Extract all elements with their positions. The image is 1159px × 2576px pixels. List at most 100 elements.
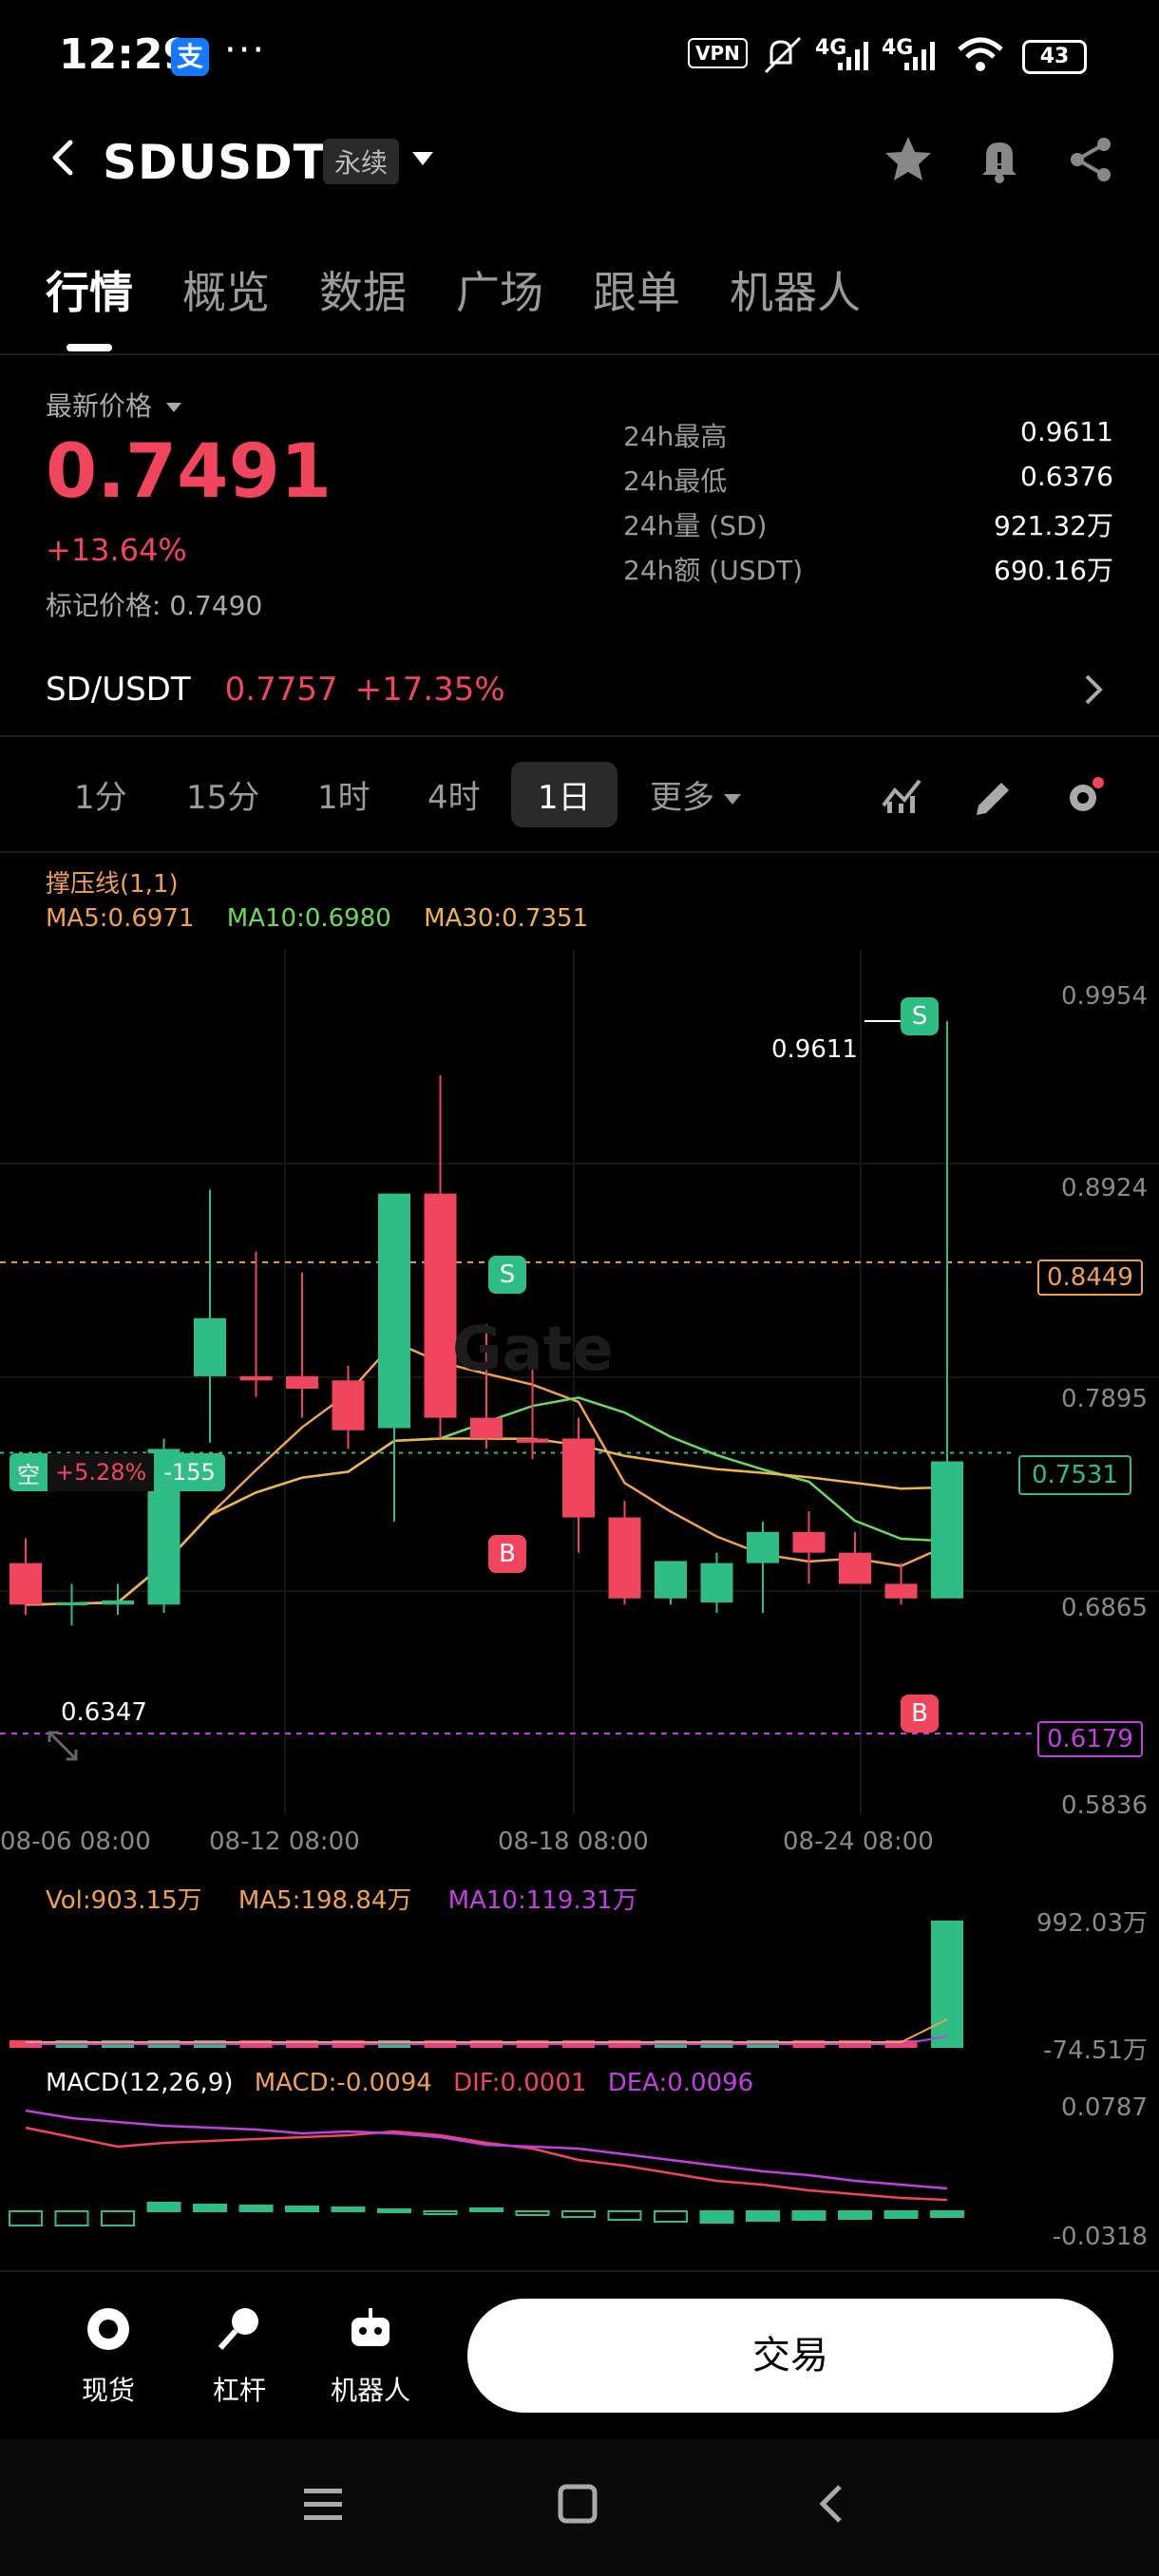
- mute-icon: [764, 36, 802, 74]
- candle-body: [747, 1531, 779, 1563]
- macd-histogram-bar: [930, 2210, 964, 2218]
- leverage-button[interactable]: 杠杆: [182, 2302, 296, 2408]
- menu-icon[interactable]: [300, 2481, 346, 2527]
- tab-bots[interactable]: 机器人: [730, 258, 861, 321]
- y-tick: 0.9954: [1061, 982, 1148, 1011]
- chevron-down-icon[interactable]: [412, 152, 433, 165]
- macd-histogram-bar: [54, 2210, 89, 2226]
- stat-label: 24h量 (SD): [623, 510, 768, 541]
- share-icon[interactable]: [1064, 133, 1117, 186]
- signal-icon-1: [838, 42, 868, 70]
- last-price: 0.7491: [46, 429, 332, 515]
- y-tick: 0.8924: [1061, 1174, 1148, 1203]
- macd-histogram-bar: [146, 2202, 181, 2212]
- tab-data[interactable]: 数据: [319, 258, 407, 321]
- stat-value: 0.6376: [1020, 461, 1113, 492]
- volume-chart: [10, 1921, 963, 2048]
- candlestick-chart[interactable]: [0, 950, 1159, 1862]
- indicators-icon[interactable]: [882, 777, 923, 815]
- y-tick: 0.6865: [1061, 1594, 1148, 1622]
- tab-market[interactable]: 行情: [46, 258, 133, 321]
- candle-body: [239, 1375, 273, 1381]
- interval-more[interactable]: 更多: [650, 771, 741, 818]
- divider: [0, 353, 1159, 355]
- macd-histogram-bar: [238, 2205, 274, 2212]
- ma30-value: MA30:0.7351: [424, 904, 589, 933]
- mark-price: 标记价格: 0.7490: [46, 590, 263, 621]
- position-tag[interactable]: 空 +5.28% -155: [10, 1453, 225, 1491]
- dif-line: [25, 2126, 948, 2202]
- latest-price-label[interactable]: 最新价格: [46, 386, 181, 424]
- expand-icon[interactable]: [46, 1729, 80, 1763]
- robot-label: 机器人: [330, 2375, 410, 2406]
- spot-pair-row[interactable]: SD/USDT 0.7757 +17.35%: [46, 671, 505, 709]
- macd-histogram-bar: [423, 2210, 458, 2215]
- dea-line: [25, 2109, 948, 2190]
- interval-1h[interactable]: 1时: [317, 771, 370, 818]
- macd-histogram-bar: [331, 2207, 366, 2212]
- candle-body: [884, 1583, 918, 1599]
- x-tick: 08-24 08:00: [783, 1828, 934, 1856]
- position-pnl: +5.28%: [48, 1453, 155, 1491]
- leverage-label: 杠杆: [212, 2375, 266, 2406]
- candle-body: [839, 1552, 871, 1584]
- robot-button[interactable]: 机器人: [314, 2302, 428, 2408]
- status-bar: 12:29 支 ··· VPN 4G 4G 43: [0, 0, 1159, 104]
- y-tick: 0.5836: [1061, 1791, 1148, 1820]
- interval-4h[interactable]: 4时: [428, 771, 481, 818]
- candle-body: [931, 1461, 963, 1599]
- tab-copy-trading[interactable]: 跟单: [593, 258, 680, 321]
- sell-signal: S: [901, 997, 939, 1035]
- indicator-label[interactable]: 撑压线(1,1): [46, 864, 179, 900]
- settings-gear-icon[interactable]: [1064, 775, 1106, 817]
- symbol-title[interactable]: SDUSDT: [103, 135, 327, 190]
- more-notifications-icon: ···: [224, 28, 267, 72]
- stat-label: 24h最高: [623, 421, 728, 452]
- spot-icon: [87, 2308, 129, 2350]
- tab-square[interactable]: 广场: [456, 258, 543, 321]
- macd-histogram-bar: [884, 2210, 919, 2219]
- macd-histogram-bar: [515, 2210, 550, 2216]
- macd-histogram-bar: [838, 2210, 872, 2220]
- x-tick: 08-06 08:00: [0, 1828, 151, 1856]
- macd-histogram-bar: [101, 2210, 135, 2226]
- position-side: 空: [17, 1461, 40, 1488]
- price-alert-bell-icon[interactable]: [973, 133, 1026, 186]
- drawing-pen-icon[interactable]: [973, 777, 1015, 815]
- macd-histogram-bar: [193, 2204, 227, 2212]
- interval-1d[interactable]: 1日: [511, 762, 618, 827]
- ma5-value: MA5:0.6971: [46, 904, 195, 933]
- stat-value: 0.9611: [1020, 416, 1113, 447]
- active-tab-indicator: [66, 344, 112, 351]
- macd-histogram-bar: [285, 2206, 319, 2212]
- high-price-marker: 0.9611: [771, 1035, 858, 1064]
- star-icon[interactable]: [882, 133, 935, 186]
- tab-overview[interactable]: 概览: [182, 258, 270, 321]
- caret-down-icon: [165, 403, 181, 412]
- home-icon[interactable]: [555, 2481, 600, 2527]
- interval-1m[interactable]: 1分: [74, 771, 127, 818]
- spot-pair-name: SD/USDT: [46, 671, 191, 709]
- volume-bar: [931, 1921, 963, 2048]
- candle-body: [286, 1375, 318, 1390]
- interval-more-label: 更多: [650, 779, 714, 817]
- back-icon[interactable]: [46, 139, 84, 177]
- main-tabs: 行情 概览 数据 广场 跟单 机器人: [46, 258, 861, 321]
- candle-body: [655, 1561, 687, 1599]
- divider: [0, 851, 1159, 853]
- candle-body: [55, 1602, 88, 1606]
- macd-histogram-bar: [791, 2210, 826, 2221]
- macd-chart: [9, 2109, 964, 2226]
- trade-button[interactable]: 交易: [467, 2299, 1113, 2413]
- alipay-icon: 支: [171, 38, 209, 76]
- x-tick: 08-12 08:00: [209, 1828, 360, 1856]
- back-nav-icon[interactable]: [809, 2481, 855, 2527]
- spot-label: 现货: [81, 2375, 135, 2406]
- latest-price-label-text: 最新价格: [46, 390, 153, 422]
- chevron-right-icon[interactable]: [1079, 672, 1106, 707]
- spot-button[interactable]: 现货: [51, 2302, 165, 2408]
- macd-histogram-bar: [607, 2210, 642, 2221]
- interval-15m[interactable]: 15分: [186, 771, 259, 818]
- battery-icon: 43: [1022, 40, 1087, 74]
- gate-watermark: Gate: [452, 1315, 614, 1385]
